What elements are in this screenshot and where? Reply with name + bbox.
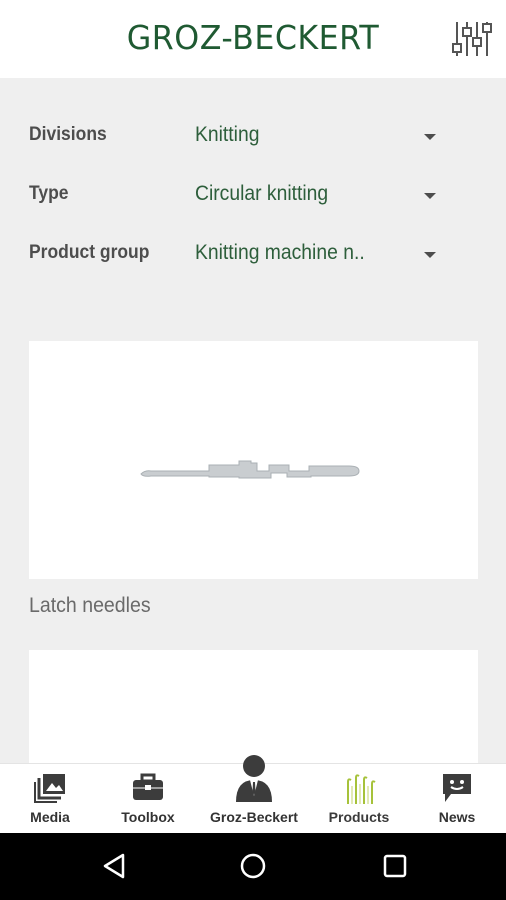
sliders-icon [452,22,492,56]
filter-product-group[interactable]: Product group Knitting machine n.. [0,228,506,287]
system-navigation-bar [0,833,506,900]
tab-products[interactable]: Products [308,764,410,834]
product-caption: Latch needles [29,594,151,617]
tab-label: Groz-Beckert [210,809,298,825]
tab-groz-beckert[interactable]: Groz-Beckert [200,755,308,834]
tab-media[interactable]: Media [0,764,100,834]
filter-value[interactable]: Circular knitting [195,182,328,206]
latch-needle-image [140,460,360,479]
person-icon [236,755,272,802]
filter-list: Divisions Knitting Type Circular knittin… [0,110,506,287]
tab-toolbox[interactable]: Toolbox [98,764,198,834]
tab-label: Products [328,809,390,825]
product-card[interactable] [29,341,478,579]
dropdown-arrow-icon[interactable] [424,193,436,199]
groz-beckert-logo: GROZ-BECKERT [126,18,380,57]
dropdown-arrow-icon[interactable] [424,252,436,258]
filter-value[interactable]: Knitting [195,123,259,147]
app-header: GROZ-BECKERT [0,0,506,78]
tab-label: Toolbox [121,809,175,825]
needles-icon [347,774,376,804]
tab-label: Media [30,809,70,825]
media-gallery-icon [34,774,65,803]
back-icon[interactable] [100,851,130,881]
filter-label: Product group [29,242,150,263]
filter-label: Type [29,183,69,204]
chat-bubble-icon [443,774,471,802]
recents-icon[interactable] [380,851,410,881]
filter-divisions[interactable]: Divisions Knitting [0,110,506,169]
dropdown-arrow-icon[interactable] [424,134,436,140]
toolbox-icon [133,773,163,800]
filter-settings-button[interactable] [448,16,494,62]
tab-label: News [438,809,476,825]
filter-label: Divisions [29,124,107,145]
tab-news[interactable]: News [408,764,506,834]
filter-type[interactable]: Type Circular knitting [0,169,506,228]
home-icon[interactable] [238,851,268,881]
bottom-tab-bar: Media Toolbox Groz-Beckert Products News [0,755,506,834]
filter-value[interactable]: Knitting machine n.. [195,241,365,265]
